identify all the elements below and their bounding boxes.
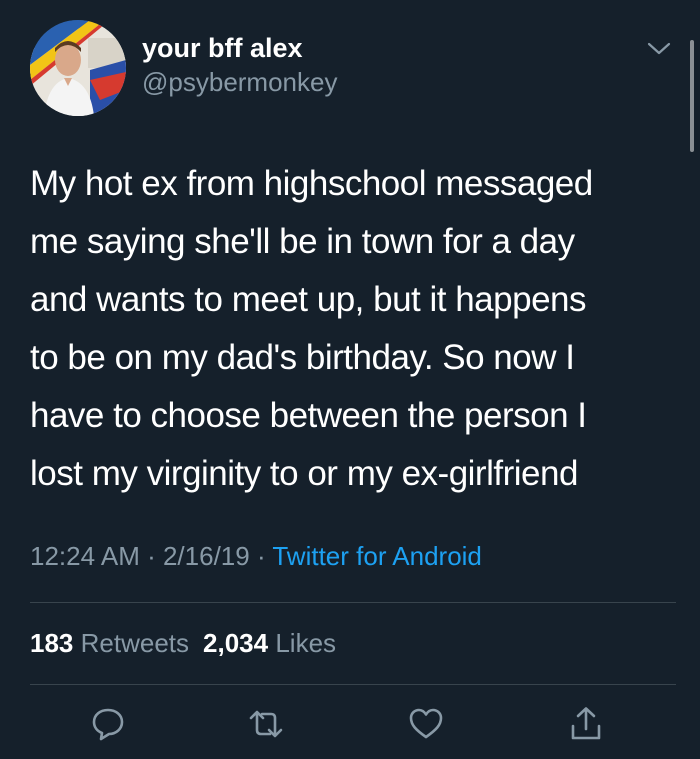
likes-stat[interactable]: 2,034 Likes: [203, 628, 336, 658]
tweet-line: to be on my dad's birthday. So now I: [30, 338, 575, 377]
tweet-line: have to choose between the person I: [30, 396, 587, 435]
tweet-meta: 12:24 AM · 2/16/19 · Twitter for Android: [30, 538, 482, 574]
meta-separator: ·: [249, 541, 273, 571]
scrollbar[interactable]: [690, 40, 694, 152]
likes-label: Likes: [275, 628, 337, 658]
likes-count: 2,034: [203, 628, 269, 658]
tweet-line: me saying she'll be in town for a day: [30, 222, 575, 261]
divider: [30, 684, 676, 685]
avatar[interactable]: [30, 20, 126, 116]
share-icon[interactable]: [566, 704, 606, 744]
user-names: your bff alex @psybermonkey: [142, 32, 337, 98]
tweet-source-link[interactable]: Twitter for Android: [272, 541, 482, 571]
chevron-down-icon[interactable]: [646, 40, 672, 58]
retweets-count: 183: [30, 628, 74, 658]
action-bar: [0, 700, 700, 752]
speech-bubble-icon[interactable]: [88, 704, 128, 744]
display-name[interactable]: your bff alex: [142, 32, 337, 64]
avatar-image: [30, 20, 126, 116]
tweet-text: My hot ex from highschool messaged me sa…: [30, 155, 675, 503]
tweet-date: 2/16/19: [162, 541, 250, 571]
retweets-label: Retweets: [80, 628, 190, 658]
tweet-line: and wants to meet up, but it happens: [30, 280, 587, 319]
retweets-stat[interactable]: 183 Retweets: [30, 628, 189, 658]
retweet-icon[interactable]: [246, 704, 286, 744]
tweet-time: 12:24 AM: [30, 541, 140, 571]
tweet-stats: 183 Retweets 2,034 Likes: [30, 625, 336, 661]
tweet-header: your bff alex @psybermonkey: [30, 18, 680, 118]
tweet-line: My hot ex from highschool messaged: [30, 164, 593, 203]
meta-separator: ·: [139, 541, 163, 571]
heart-icon[interactable]: [406, 704, 446, 744]
user-handle[interactable]: @psybermonkey: [142, 66, 337, 98]
divider: [30, 602, 676, 603]
tweet-line: lost my virginity to or my ex-girlfriend: [30, 454, 578, 493]
